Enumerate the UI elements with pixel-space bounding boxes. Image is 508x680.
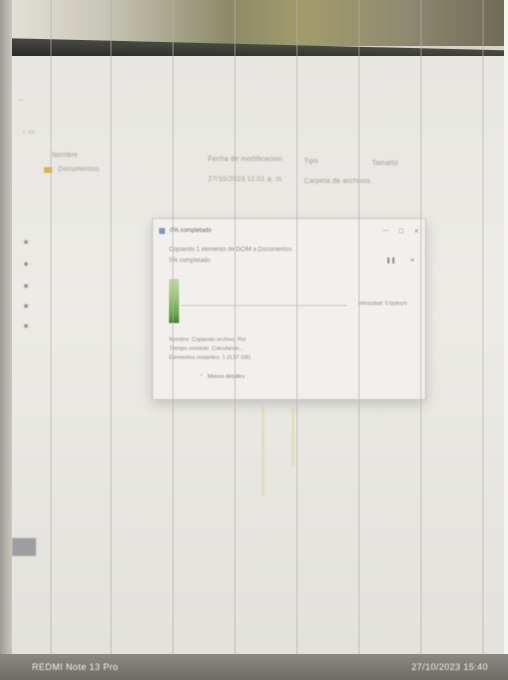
- column-header-size[interactable]: Tamaño: [372, 160, 398, 167]
- status-row: 0% completado ❚❚ ✕: [169, 257, 415, 265]
- glare-streak: [292, 406, 294, 466]
- watermark-timestamp: 27/10/2023 15:40: [411, 662, 488, 672]
- minimize-icon[interactable]: —: [383, 228, 389, 235]
- file-list-row[interactable]: Documentos: [44, 166, 99, 173]
- column-header-type[interactable]: Tipo: [304, 158, 318, 165]
- details-list: Nombre: Copiando archivo: Pol Tiempo res…: [169, 337, 251, 361]
- copy-description: Copiando 1 elemento de DCIM a Documentos: [169, 247, 292, 253]
- folder-date: 27/10/2023 11:01 a. m.: [208, 176, 284, 183]
- less-details-label: Menos detalles: [207, 374, 245, 380]
- screen: ← ↑ ▭ Nombre Fecha de modificación Tipo …: [12, 56, 508, 656]
- speed-graph: Velocidad: 0 bytes/s: [169, 279, 407, 323]
- folder-type: Carpeta de archivos: [304, 178, 371, 185]
- nav-up-arrow[interactable]: ↑ ▭: [22, 128, 35, 136]
- scan-stripe: [420, 0, 422, 680]
- taskbar-fragment: [12, 538, 36, 556]
- scan-stripe: [482, 0, 484, 680]
- pause-icon[interactable]: ❚❚: [386, 257, 396, 264]
- close-icon[interactable]: ✕: [414, 228, 419, 235]
- scan-border: [504, 0, 508, 680]
- scan-stripe: [110, 0, 112, 680]
- glare-streak: [262, 406, 264, 496]
- cancel-icon[interactable]: ✕: [410, 257, 415, 264]
- photo-capture: ← ↑ ▭ Nombre Fecha de modificación Tipo …: [0, 0, 508, 680]
- detail-time-remaining: Tiempo restante: Calculando...: [169, 346, 244, 352]
- sidebar-item-icon[interactable]: [24, 324, 28, 328]
- speed-line: [181, 305, 347, 306]
- scan-stripe: [234, 0, 236, 680]
- scan-stripe: [50, 0, 52, 680]
- watermark-device: REDMI Note 13 Pro: [32, 662, 119, 672]
- scan-stripe: [296, 0, 298, 680]
- copy-progress-dialog: 0% completado — ☐ ✕ Copiando 1 elemento …: [152, 218, 426, 400]
- camera-watermark: REDMI Note 13 Pro 27/10/2023 15:40: [0, 654, 508, 680]
- scan-stripe: [172, 0, 174, 680]
- folder-name: Documentos: [58, 166, 100, 173]
- speed-label: Velocidad: 0 bytes/s: [358, 301, 407, 307]
- nav-back-arrow[interactable]: ←: [18, 96, 25, 103]
- progress-bar-fill: [169, 279, 179, 323]
- status-text: 0% completado: [169, 257, 211, 264]
- maximize-icon[interactable]: ☐: [399, 228, 404, 235]
- detail-name: Nombre: Copiando archivo: Pol: [169, 337, 246, 343]
- monitor-left-edge: [0, 0, 12, 660]
- column-header-name[interactable]: Nombre: [52, 152, 78, 159]
- sidebar-item-icon[interactable]: [24, 262, 28, 266]
- less-details-button[interactable]: ⌃ Menos detalles: [199, 374, 245, 380]
- sidebar-item-icon[interactable]: [24, 284, 28, 288]
- sidebar-item-icon[interactable]: [24, 240, 28, 244]
- chevron-up-icon: ⌃: [199, 374, 204, 380]
- scan-stripe: [358, 0, 360, 680]
- detail-items-remaining: Elementos restantes: 1 (0,97 GB): [169, 355, 251, 361]
- dialog-title: 0% completado: [170, 228, 212, 234]
- copy-icon: [159, 228, 165, 234]
- sidebar-item-icon[interactable]: [24, 304, 28, 308]
- column-header-date[interactable]: Fecha de modificación: [208, 156, 282, 163]
- dialog-titlebar: 0% completado — ☐ ✕: [159, 225, 419, 237]
